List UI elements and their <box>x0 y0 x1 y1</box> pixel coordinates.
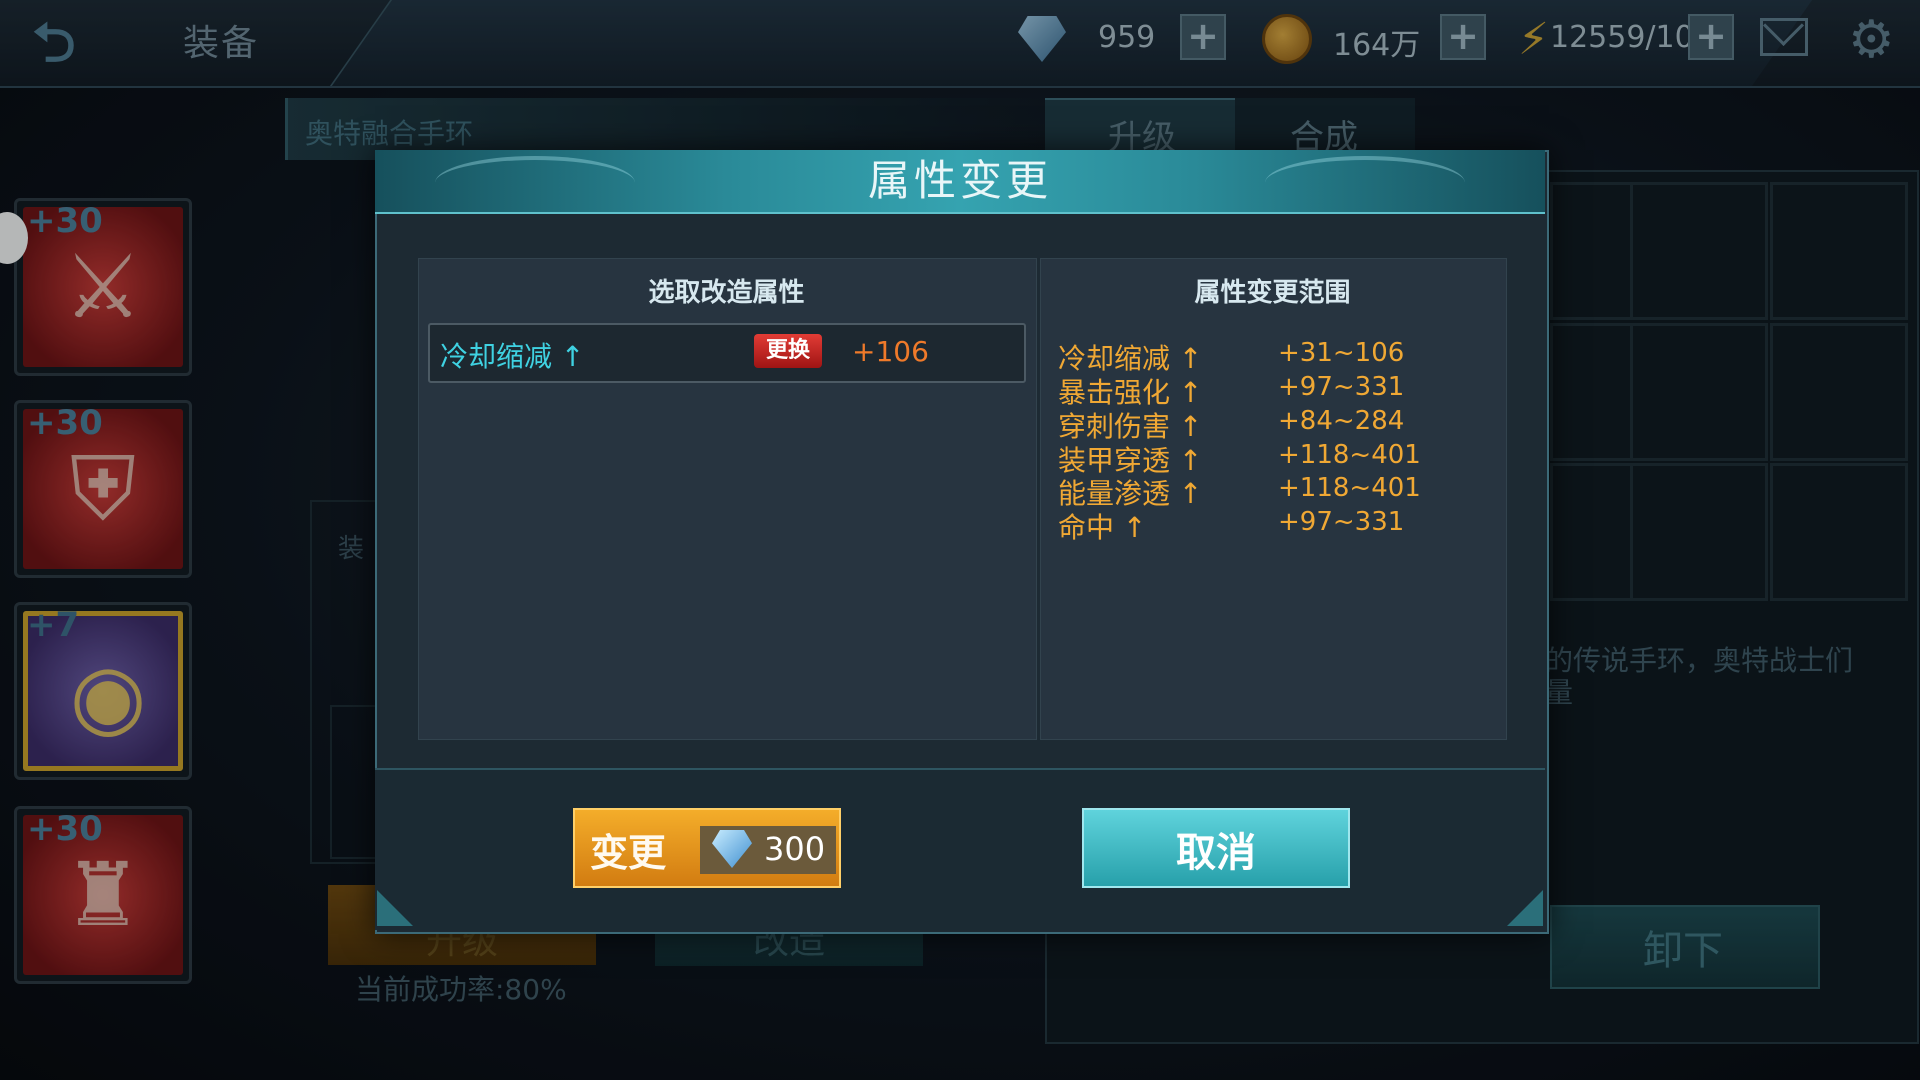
range-attribute-value: +31~106 <box>1278 338 1405 368</box>
swap-attribute-button[interactable]: 更换 <box>754 334 822 368</box>
range-attribute-value: +118~401 <box>1278 440 1421 470</box>
dialog-footer <box>375 768 1545 930</box>
corner-decoration <box>377 890 413 926</box>
range-attribute-name: 命中 ↑ <box>1058 511 1147 544</box>
change-cost-value: 300 <box>764 830 826 868</box>
corner-decoration <box>1507 890 1543 926</box>
change-button-label: 变更 <box>590 831 667 875</box>
range-attribute-value: +118~401 <box>1278 473 1421 503</box>
range-attribute-value: +84~284 <box>1278 406 1405 436</box>
attribute-range-header: 属性变更范围 <box>1194 278 1351 308</box>
dialog-title: 属性变更 <box>867 156 1052 205</box>
selected-attribute-name: 冷却缩减 ↑ <box>440 340 585 373</box>
range-attribute-value: +97~331 <box>1278 372 1405 402</box>
cancel-button-label: 取消 <box>1176 830 1256 876</box>
select-attribute-header: 选取改造属性 <box>648 278 805 308</box>
selected-attribute-value: +106 <box>852 335 929 368</box>
range-attribute-value: +97~331 <box>1278 507 1405 537</box>
